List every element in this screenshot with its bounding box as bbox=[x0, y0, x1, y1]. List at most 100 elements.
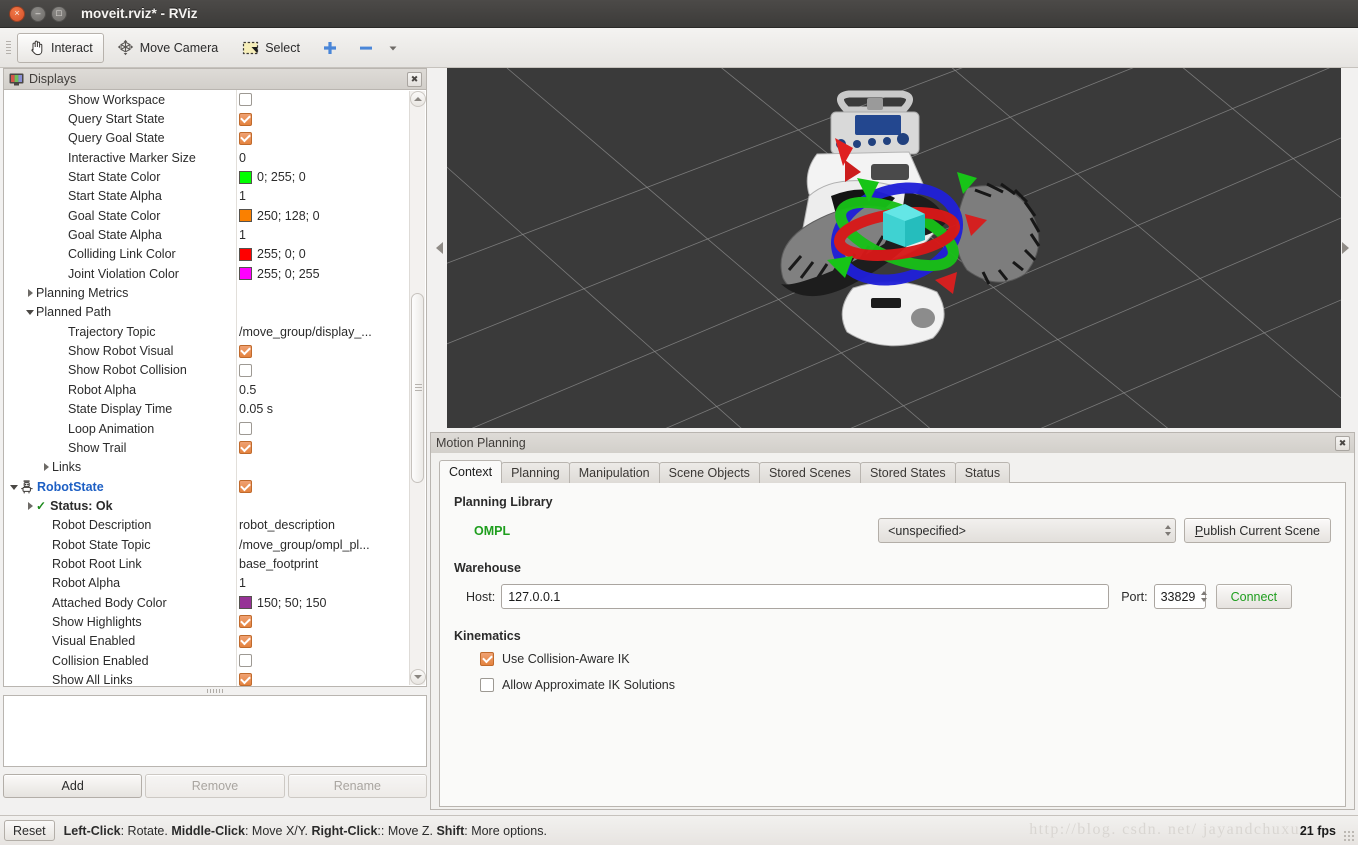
tab-manipulation[interactable]: Manipulation bbox=[568, 462, 660, 483]
tool-overflow-dropdown[interactable] bbox=[378, 33, 408, 63]
tree-row-value-cell[interactable] bbox=[236, 131, 408, 145]
color-swatch[interactable] bbox=[239, 170, 252, 184]
tree-row[interactable]: Show Highlights bbox=[4, 612, 408, 631]
tree-row[interactable]: Start State Color 0; 255; 0 bbox=[4, 167, 408, 186]
displays-tree-scrollbar[interactable] bbox=[409, 91, 426, 685]
tree-row[interactable]: Query Start State bbox=[4, 109, 408, 128]
tree-row[interactable]: Visual Enabled bbox=[4, 632, 408, 651]
color-swatch[interactable] bbox=[239, 596, 252, 610]
allow-approximate-ik-checkbox[interactable] bbox=[480, 678, 494, 692]
tree-row[interactable]: Joint Violation Color 255; 0; 255 bbox=[4, 264, 408, 283]
tree-row-value-cell[interactable]: 1 bbox=[236, 576, 408, 590]
use-collision-aware-ik-row[interactable]: Use Collision-Aware IK bbox=[480, 652, 1331, 666]
tree-row[interactable]: Planned Path bbox=[4, 303, 408, 322]
checkbox-checked-icon[interactable] bbox=[239, 131, 252, 145]
tree-row[interactable]: Goal State Alpha 1 bbox=[4, 225, 408, 244]
publish-current-scene-button[interactable]: Publish Current Scene bbox=[1183, 518, 1331, 543]
checkbox-checked-icon[interactable] bbox=[239, 344, 252, 358]
tool-interact[interactable]: Interact bbox=[17, 32, 104, 63]
tree-row-value-cell[interactable] bbox=[236, 673, 408, 686]
window-minimize-button[interactable]: – bbox=[30, 5, 46, 22]
tab-context[interactable]: Context bbox=[439, 460, 503, 483]
tree-row[interactable]: Show Robot Collision bbox=[4, 361, 408, 380]
chevron-right-icon[interactable] bbox=[26, 501, 36, 511]
tree-row[interactable]: Links bbox=[4, 458, 408, 477]
port-input[interactable]: 33829 bbox=[1153, 584, 1208, 609]
tree-row-value-cell[interactable] bbox=[236, 344, 408, 358]
displays-tree[interactable]: Show Workspace Query Start State Query Goa… bbox=[4, 90, 408, 686]
host-input[interactable]: 127.0.0.1 bbox=[501, 584, 1110, 609]
tree-row-value-cell[interactable] bbox=[236, 422, 408, 436]
tree-row[interactable]: Show Trail bbox=[4, 438, 408, 457]
scrollbar-thumb[interactable] bbox=[411, 292, 424, 484]
tree-row-value-cell[interactable]: 1 bbox=[236, 189, 408, 203]
scroll-up-button[interactable] bbox=[410, 91, 426, 107]
tree-row-value-cell[interactable]: 150; 50; 150 bbox=[236, 596, 408, 610]
tab-stored-scenes[interactable]: Stored Scenes bbox=[758, 462, 861, 483]
tab-scene-objects[interactable]: Scene Objects bbox=[658, 462, 760, 483]
tree-row[interactable]: Interactive Marker Size 0 bbox=[4, 148, 408, 167]
checkbox-checked-icon[interactable] bbox=[239, 673, 252, 686]
tree-row-value-cell[interactable]: 0; 255; 0 bbox=[236, 170, 408, 184]
viewport-left-collapse-handle[interactable] bbox=[436, 241, 445, 256]
tree-row[interactable]: Query Goal State bbox=[4, 129, 408, 148]
tree-row-value-cell[interactable]: 255; 0; 255 bbox=[236, 267, 408, 281]
spinner-updown-icon[interactable] bbox=[1195, 591, 1208, 602]
checkbox-unchecked-icon[interactable] bbox=[239, 654, 252, 668]
chevron-down-icon[interactable] bbox=[26, 307, 36, 317]
tree-row-value-cell[interactable] bbox=[236, 480, 408, 494]
window-close-button[interactable]: × bbox=[9, 5, 25, 22]
tree-row-value-cell[interactable] bbox=[236, 93, 408, 107]
tree-row[interactable]: RobotState bbox=[4, 477, 408, 496]
tree-row-value-cell[interactable]: /move_group/ompl_pl... bbox=[236, 538, 408, 552]
checkbox-unchecked-icon[interactable] bbox=[239, 93, 252, 107]
allow-approximate-ik-row[interactable]: Allow Approximate IK Solutions bbox=[480, 678, 1331, 692]
tree-row-value-cell[interactable]: 255; 0; 0 bbox=[236, 247, 408, 261]
tree-row-value-cell[interactable]: 1 bbox=[236, 228, 408, 242]
tree-row[interactable]: Loop Animation bbox=[4, 419, 408, 438]
planner-config-select[interactable]: <unspecified> bbox=[878, 518, 1176, 543]
motion-planning-close-button[interactable]: ✖ bbox=[1335, 435, 1350, 451]
tree-row[interactable]: State Display Time 0.05 s bbox=[4, 400, 408, 419]
tree-row-value-cell[interactable]: 0.5 bbox=[236, 383, 408, 397]
tool-move-camera[interactable]: Move Camera bbox=[106, 33, 230, 63]
chevron-down-icon[interactable] bbox=[10, 482, 20, 492]
tree-row-value-cell[interactable]: base_footprint bbox=[236, 557, 408, 571]
tree-row-value-cell[interactable]: /move_group/display_... bbox=[236, 325, 408, 339]
connect-button[interactable]: Connect bbox=[1215, 584, 1293, 609]
tool-add-button[interactable] bbox=[313, 33, 347, 63]
tree-row[interactable]: Goal State Color 250; 128; 0 bbox=[4, 206, 408, 225]
tab-stored-states[interactable]: Stored States bbox=[859, 462, 956, 483]
tree-row[interactable]: Robot State Topic/move_group/ompl_pl... bbox=[4, 535, 408, 554]
tree-row-value-cell[interactable]: 0.05 s bbox=[236, 402, 408, 416]
checkbox-checked-icon[interactable] bbox=[239, 480, 252, 494]
render-viewport[interactable] bbox=[433, 66, 1354, 431]
add-display-button[interactable]: Add bbox=[3, 774, 143, 798]
color-swatch[interactable] bbox=[239, 209, 252, 223]
motion-planning-tabbar[interactable]: Context Planning Manipulation Scene Objects… bbox=[439, 460, 1346, 483]
tree-row[interactable]: Trajectory Topic/move_group/display_... bbox=[4, 322, 408, 341]
viewport-canvas[interactable] bbox=[447, 68, 1341, 428]
tree-row[interactable]: Show Workspace bbox=[4, 90, 408, 109]
tree-row[interactable]: ✓ Status: Ok bbox=[4, 496, 408, 515]
color-swatch[interactable] bbox=[239, 247, 252, 261]
tree-row-value-cell[interactable] bbox=[236, 441, 408, 455]
tab-planning[interactable]: Planning bbox=[501, 462, 570, 483]
scrollbar-track[interactable] bbox=[410, 108, 425, 668]
tree-row[interactable]: Attached Body Color 150; 50; 150 bbox=[4, 593, 408, 612]
tree-row[interactable]: Robot Alpha 1 bbox=[4, 574, 408, 593]
tool-select[interactable]: Select bbox=[231, 33, 311, 63]
checkbox-checked-icon[interactable] bbox=[239, 112, 252, 126]
resize-grip-icon[interactable] bbox=[1343, 830, 1355, 842]
chevron-right-icon[interactable] bbox=[26, 288, 36, 298]
tree-row[interactable]: Show Robot Visual bbox=[4, 341, 408, 360]
checkbox-checked-icon[interactable] bbox=[239, 441, 252, 455]
window-maximize-button[interactable]: □ bbox=[51, 5, 67, 22]
checkbox-checked-icon[interactable] bbox=[239, 634, 252, 648]
checkbox-checked-icon[interactable] bbox=[239, 615, 252, 629]
tree-row-value-cell[interactable] bbox=[236, 634, 408, 648]
scroll-down-button[interactable] bbox=[410, 669, 426, 685]
tree-row-value-cell[interactable] bbox=[236, 112, 408, 126]
tree-row[interactable]: Robot Root Link base_footprint bbox=[4, 554, 408, 573]
tab-status[interactable]: Status bbox=[954, 462, 1011, 483]
